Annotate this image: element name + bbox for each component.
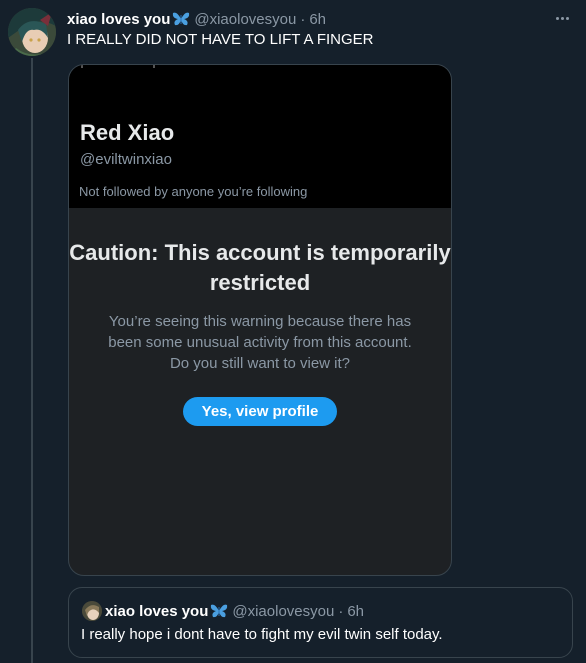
more-horizontal-icon[interactable] xyxy=(552,8,572,28)
thread-line xyxy=(31,58,33,663)
profile-handle: @eviltwinxiao xyxy=(80,151,172,168)
warning-body: You’re seeing this warning because there… xyxy=(108,313,412,372)
quote-author-display-name: xiao loves you xyxy=(105,602,209,620)
warning-title: Caution: This account is temporarily res… xyxy=(69,240,451,295)
quote-author-handle: @xiaolovesyou xyxy=(232,602,335,620)
follow-context: Not followed by anyone you’re following xyxy=(79,184,308,199)
tweet[interactable]: xiao loves you @xiaolovesyou · 6h I REAL… xyxy=(0,0,586,663)
butterfly-icon xyxy=(172,11,190,27)
avatar[interactable] xyxy=(8,8,56,56)
author-display-name[interactable]: xiao loves you xyxy=(67,11,170,28)
quote-timestamp: 6h xyxy=(347,602,365,620)
quote-avatar xyxy=(82,601,102,621)
quote-text: I really hope i dont have to fight my ev… xyxy=(81,626,443,643)
author-handle[interactable]: @xiaolovesyou xyxy=(194,11,296,28)
quote-header: xiao loves you @xiaolovesyou · 6h xyxy=(105,601,364,621)
separator-dot: · xyxy=(338,602,344,620)
tweet-text: I REALLY DID NOT HAVE TO LIFT A FINGER xyxy=(67,31,374,48)
attached-image[interactable]: Red Xiao @eviltwinxiao Not followed by a… xyxy=(68,64,452,576)
cropped-ui-edge xyxy=(81,65,155,68)
avatar-image xyxy=(8,8,56,56)
profile-header-area: Red Xiao @eviltwinxiao Not followed by a… xyxy=(69,65,451,208)
separator-dot: · xyxy=(300,10,306,28)
view-profile-button: Yes, view profile xyxy=(183,397,337,426)
quoted-tweet[interactable]: xiao loves you @xiaolovesyou · 6h I real… xyxy=(68,587,573,658)
butterfly-icon xyxy=(210,603,228,619)
tweet-timestamp[interactable]: 6h xyxy=(309,11,326,28)
tweet-header: xiao loves you @xiaolovesyou · 6h xyxy=(67,9,326,29)
profile-name: Red Xiao xyxy=(80,120,175,145)
